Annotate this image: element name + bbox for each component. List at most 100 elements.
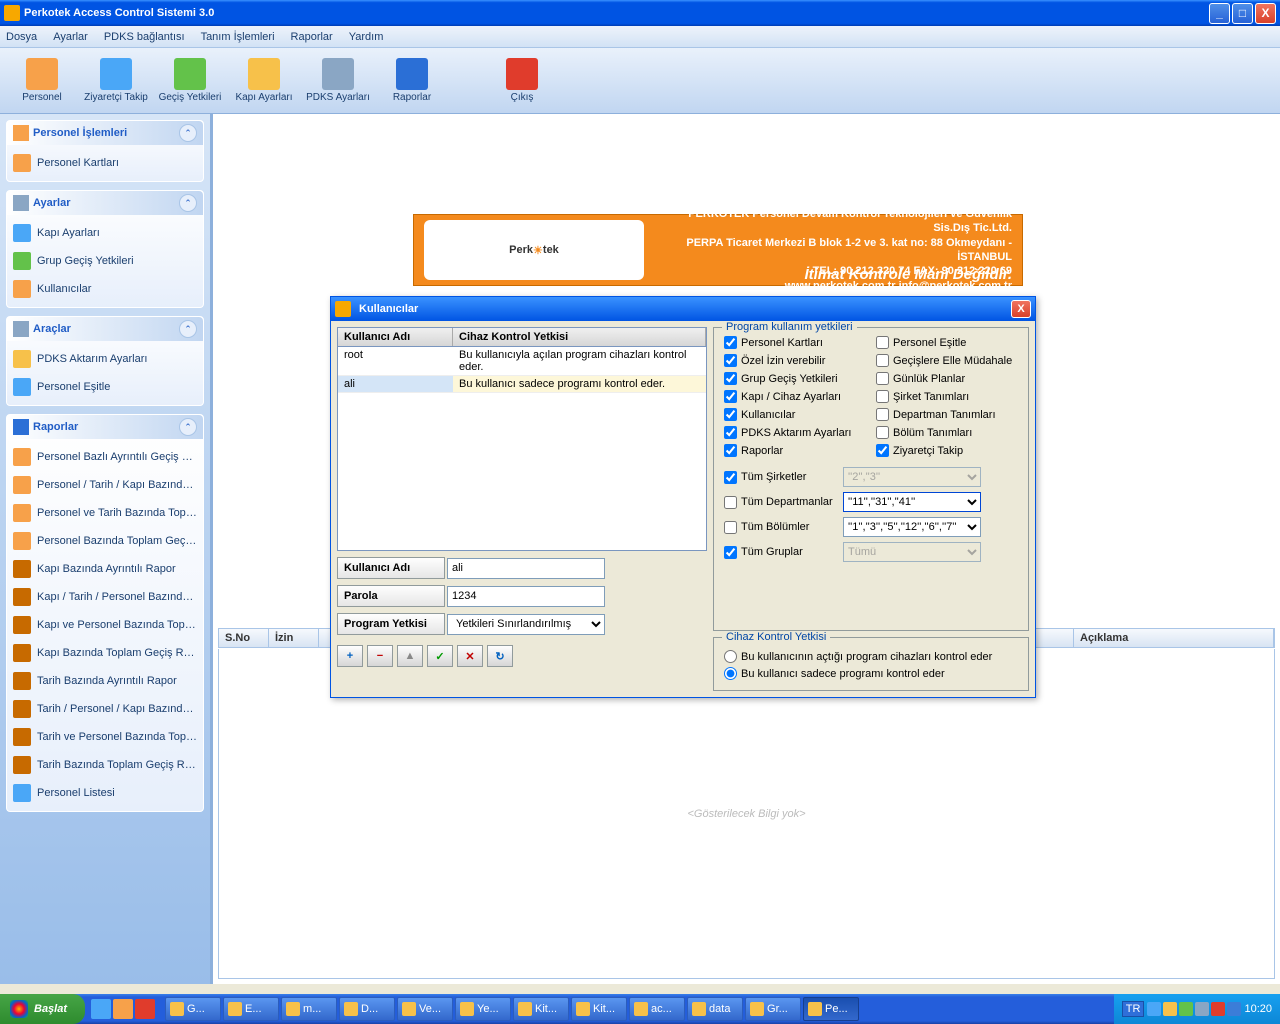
taskbar-task[interactable]: Ye... [455,997,511,1021]
menu-item[interactable]: Yardım [349,31,384,43]
password-input[interactable] [447,586,605,607]
toolbar-button[interactable]: Raporlar [378,52,446,110]
ql-icon[interactable] [113,999,133,1019]
taskbar-task[interactable]: G... [165,997,221,1021]
perm-checkbox[interactable] [724,336,737,349]
scope-checkbox-item[interactable]: Tüm Gruplar [724,546,839,559]
toolbar-button[interactable]: Ziyaretçi Takip [82,52,150,110]
taskbar-task[interactable]: ac... [629,997,685,1021]
taskbar-task[interactable]: Pe... [803,997,859,1021]
scope-checkbox-item[interactable]: Tüm Bölümler [724,521,839,534]
perm-checkbox-item[interactable]: Ziyaretçi Takip [876,444,1018,457]
close-button[interactable]: X [1255,3,1276,24]
sidebar-item[interactable]: Tarih Bazında Ayrıntılı Rapor [9,667,201,695]
perm-checkbox[interactable] [724,408,737,421]
collapse-icon[interactable]: ⌃ [179,124,197,142]
clock[interactable]: 10:20 [1244,1003,1272,1015]
menu-item[interactable]: PDKS bağlantısı [104,31,185,43]
sidebar-item[interactable]: Tarih ve Personel Bazında Toplam... [9,723,201,751]
sidebar-item[interactable]: Personel ve Tarih Bazında Toplam... [9,499,201,527]
scope-checkbox[interactable] [724,496,737,509]
perm-checkbox-item[interactable]: Özel İzin verebilir [724,354,866,367]
perm-checkbox-item[interactable]: Bölüm Tanımları [876,426,1018,439]
confirm-button[interactable]: ✓ [427,645,453,667]
delete-button[interactable]: − [367,645,393,667]
taskbar-task[interactable]: Ve... [397,997,453,1021]
perm-checkbox-item[interactable]: Şirket Tanımları [876,390,1018,403]
sidebar-item[interactable]: Personel / Tarih / Kapı Bazında To... [9,471,201,499]
perm-checkbox-item[interactable]: Departman Tanımları [876,408,1018,421]
col-username[interactable]: Kullanıcı Adı [338,328,453,346]
sidebar-item[interactable]: Personel Eşitle [9,373,201,401]
cancel-button[interactable]: ✕ [457,645,483,667]
perm-checkbox[interactable] [724,372,737,385]
sidebar-item[interactable]: Kapı ve Personel Bazında Toplam ... [9,611,201,639]
panel-header[interactable]: Ayarlar⌃ [7,191,203,215]
menu-item[interactable]: Dosya [6,31,37,43]
panel-header[interactable]: Personel İşlemleri⌃ [7,121,203,145]
lang-indicator[interactable]: TR [1122,1001,1145,1017]
collapse-icon[interactable]: ⌃ [179,418,197,436]
ql-icon[interactable] [135,999,155,1019]
perm-checkbox-item[interactable]: Personel Eşitle [876,336,1018,349]
toolbar-button[interactable]: Kapı Ayarları [230,52,298,110]
menu-item[interactable]: Tanım İşlemleri [201,31,275,43]
toolbar-button[interactable]: Çıkış [488,52,556,110]
perm-checkbox[interactable] [876,354,889,367]
perm-checkbox-item[interactable]: Kapı / Cihaz Ayarları [724,390,866,403]
sidebar-item[interactable]: Personel Listesi [9,779,201,807]
table-row[interactable]: aliBu kullanıcı sadece programı kontrol … [338,376,706,393]
scope-checkbox[interactable] [724,521,737,534]
perm-checkbox-item[interactable]: Kullanıcılar [724,408,866,421]
taskbar-task[interactable]: Kit... [513,997,569,1021]
perm-checkbox-item[interactable]: Personel Kartları [724,336,866,349]
sidebar-item[interactable]: Kapı / Tarih / Personel Bazında To... [9,583,201,611]
ql-icon[interactable] [91,999,111,1019]
edit-button[interactable]: ▲ [397,645,423,667]
col-device-perm[interactable]: Cihaz Kontrol Yetkisi [453,328,706,346]
taskbar-task[interactable]: data [687,997,743,1021]
perm-checkbox[interactable] [724,354,737,367]
program-perm-select[interactable]: Yetkileri Sınırlandırılmış [447,614,605,635]
tray-icon[interactable] [1211,1002,1225,1016]
scope-checkbox[interactable] [724,546,737,559]
toolbar-button[interactable]: Geçiş Yetkileri [156,52,224,110]
scope-checkbox-item[interactable]: Tüm Şirketler [724,471,839,484]
scope-select[interactable]: ''11'',''31'',''41'' [843,492,981,512]
device-perm-radio-2[interactable] [724,667,737,680]
sidebar-item[interactable]: Personel Bazında Toplam Geçiş R... [9,527,201,555]
toolbar-button[interactable]: PDKS Ayarları [304,52,372,110]
perm-checkbox[interactable] [876,372,889,385]
sidebar-item[interactable]: PDKS Aktarım Ayarları [9,345,201,373]
tray-icon[interactable] [1163,1002,1177,1016]
username-input[interactable] [447,558,605,579]
tray-icon[interactable] [1195,1002,1209,1016]
scope-checkbox[interactable] [724,471,737,484]
perm-checkbox-item[interactable]: Geçişlere Elle Müdahale [876,354,1018,367]
table-row[interactable]: rootBu kullanıcıyla açılan program cihaz… [338,347,706,376]
add-button[interactable]: + [337,645,363,667]
tray-icon[interactable] [1227,1002,1241,1016]
minimize-button[interactable]: _ [1209,3,1230,24]
perm-checkbox-item[interactable]: PDKS Aktarım Ayarları [724,426,866,439]
sidebar-item[interactable]: Kullanıcılar [9,275,201,303]
perm-checkbox[interactable] [724,444,737,457]
start-button[interactable]: Başlat [0,994,85,1024]
sidebar-item[interactable]: Grup Geçiş Yetkileri [9,247,201,275]
sidebar-item[interactable]: Tarih / Personel / Kapı Bazında To... [9,695,201,723]
menu-item[interactable]: Raporlar [291,31,333,43]
taskbar-task[interactable]: m... [281,997,337,1021]
sidebar-item[interactable]: Kapı Ayarları [9,219,201,247]
toolbar-button[interactable]: Personel [8,52,76,110]
perm-checkbox-item[interactable]: Günlük Planlar [876,372,1018,385]
perm-checkbox[interactable] [876,390,889,403]
device-perm-radio-1[interactable] [724,650,737,663]
sidebar-item[interactable]: Kapı Bazında Ayrıntılı Rapor [9,555,201,583]
sidebar-item[interactable]: Personel Bazlı Ayrıntılı Geçiş Raporu [9,443,201,471]
dialog-close-button[interactable]: X [1011,300,1031,318]
sidebar-item[interactable]: Personel Kartları [9,149,201,177]
sidebar-item[interactable]: Kapı Bazında Toplam Geçiş Raporu [9,639,201,667]
perm-checkbox[interactable] [724,390,737,403]
collapse-icon[interactable]: ⌃ [179,320,197,338]
scope-select[interactable]: ''1'',''3'',''5'',''12'',''6'',''7'' [843,517,981,537]
